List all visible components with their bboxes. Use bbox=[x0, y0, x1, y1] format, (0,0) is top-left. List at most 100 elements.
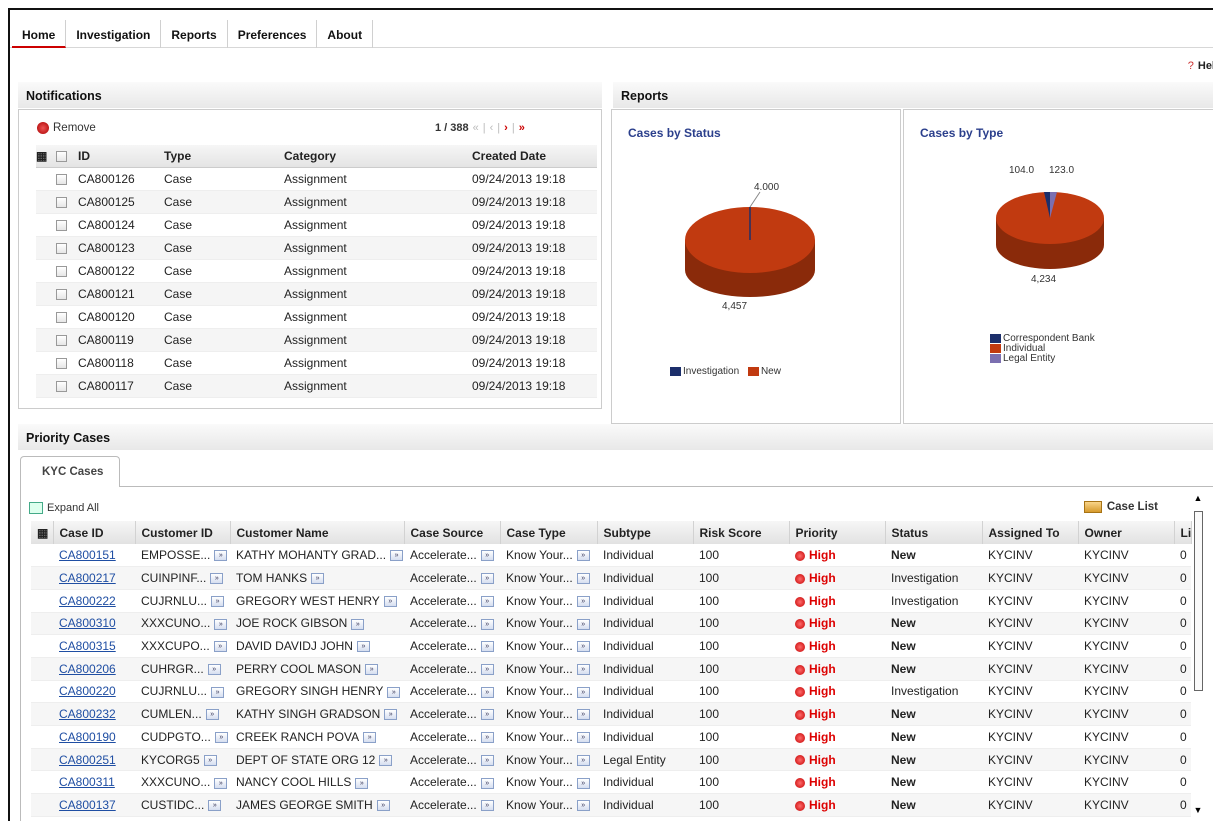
case-id-link[interactable]: CA800315 bbox=[59, 639, 116, 653]
col-case-source[interactable]: Case Source bbox=[404, 521, 501, 544]
table-row[interactable]: CA800251 KYCORG5» DEPT OF STATE ORG 12» Acc… bbox=[31, 748, 1191, 772]
case-id-link[interactable]: CA800222 bbox=[59, 594, 116, 608]
expand-cell-icon[interactable]: » bbox=[480, 641, 494, 653]
expand-cell-icon[interactable]: » bbox=[576, 686, 590, 698]
expand-cell-icon[interactable]: » bbox=[576, 596, 590, 608]
table-row[interactable]: CA800121 Case Assignment 09/24/2013 19:18 bbox=[36, 282, 597, 306]
case-list-button[interactable]: Case List bbox=[1083, 501, 1158, 513]
col-assigned-to[interactable]: Assigned To bbox=[982, 521, 1079, 544]
table-row[interactable]: CA800206 CUHRGR...» PERRY COOL MASON» Accel… bbox=[31, 657, 1191, 681]
table-row[interactable]: CA800124 Case Assignment 09/24/2013 19:18 bbox=[36, 213, 597, 237]
expand-cell-icon[interactable]: » bbox=[214, 618, 228, 630]
case-id-link[interactable]: CA800217 bbox=[59, 571, 116, 585]
expand-cell-icon[interactable]: » bbox=[356, 641, 370, 653]
expand-cell-icon[interactable]: » bbox=[480, 686, 494, 698]
row-checkbox[interactable] bbox=[56, 282, 78, 306]
table-row[interactable]: CA800315 XXXCUPO...» DAVID DAVIDJ JOHN» Acc… bbox=[31, 634, 1191, 658]
expand-cell-icon[interactable]: » bbox=[214, 550, 228, 562]
case-id-link[interactable]: CA800190 bbox=[59, 730, 116, 744]
expand-cell-icon[interactable]: » bbox=[365, 664, 379, 676]
tab-investigation[interactable]: Investigation bbox=[66, 20, 162, 48]
col-type[interactable]: Type bbox=[164, 145, 284, 168]
expand-cell-icon[interactable]: » bbox=[376, 800, 390, 812]
row-checkbox[interactable] bbox=[56, 328, 78, 352]
case-id-link[interactable]: CA800232 bbox=[59, 707, 116, 721]
table-row[interactable]: CA800311 XXXCUNO...» NANCY COOL HILLS» Acce… bbox=[31, 770, 1191, 795]
last-page-icon[interactable]: » bbox=[519, 122, 525, 134]
table-row[interactable]: CA800118 Case Assignment 09/24/2013 19:18 bbox=[36, 351, 597, 375]
case-id-link[interactable]: CA800311 bbox=[59, 775, 115, 789]
expand-cell-icon[interactable]: » bbox=[211, 686, 225, 698]
table-row[interactable]: CA800220 CUJRNLU...» GREGORY SINGH HENRY» A… bbox=[31, 680, 1191, 704]
expand-cell-icon[interactable]: » bbox=[576, 618, 590, 630]
expand-cell-icon[interactable]: » bbox=[355, 777, 369, 789]
expand-cell-icon[interactable]: » bbox=[214, 732, 228, 744]
table-row[interactable]: CA800151 EMPOSSE...» KATHY MOHANTY GRAD...… bbox=[31, 544, 1191, 568]
first-page-icon[interactable]: « bbox=[473, 122, 479, 134]
table-row[interactable]: CA800117 Case Assignment 09/24/2013 19:18 bbox=[36, 374, 597, 398]
expand-cell-icon[interactable]: » bbox=[211, 596, 225, 608]
col-created-date[interactable]: Created Date bbox=[472, 145, 597, 168]
expand-cell-icon[interactable]: » bbox=[210, 573, 224, 585]
vertical-scrollbar[interactable]: ▲ ▼ bbox=[1190, 493, 1206, 819]
prev-page-icon[interactable]: ‹ bbox=[490, 122, 494, 134]
col-customer-id[interactable]: Customer ID bbox=[135, 521, 231, 544]
expand-cell-icon[interactable]: » bbox=[576, 573, 590, 585]
expand-cell-icon[interactable]: » bbox=[480, 709, 494, 721]
scroll-down-icon[interactable]: ▼ bbox=[1190, 805, 1206, 819]
expand-cell-icon[interactable]: » bbox=[480, 754, 494, 766]
case-id-link[interactable]: CA800137 bbox=[59, 798, 116, 812]
expand-cell-icon[interactable]: » bbox=[576, 664, 590, 676]
table-row[interactable]: CA800122 Case Assignment 09/24/2013 19:18 bbox=[36, 259, 597, 283]
table-row[interactable]: CA800217 CUINPINF...» TOM HANKS» Accelerate… bbox=[31, 566, 1191, 590]
expand-cell-icon[interactable]: » bbox=[480, 596, 494, 608]
expand-cell-icon[interactable]: » bbox=[379, 754, 393, 766]
expand-cell-icon[interactable]: » bbox=[311, 573, 325, 585]
row-checkbox[interactable] bbox=[56, 374, 78, 398]
table-row[interactable]: CA800125 Case Assignment 09/24/2013 19:18 bbox=[36, 190, 597, 214]
expand-cell-icon[interactable]: » bbox=[213, 641, 227, 653]
tree-icon[interactable]: ▦ bbox=[31, 521, 54, 544]
expand-cell-icon[interactable]: » bbox=[383, 596, 397, 608]
expand-cell-icon[interactable]: » bbox=[207, 664, 221, 676]
expand-cell-icon[interactable]: » bbox=[203, 754, 217, 766]
expand-all-button[interactable]: Expand All bbox=[29, 502, 99, 514]
tab-kyc-cases[interactable]: KYC Cases bbox=[20, 456, 120, 487]
case-id-link[interactable]: CA800310 bbox=[59, 616, 116, 630]
expand-cell-icon[interactable]: » bbox=[576, 550, 590, 562]
expand-cell-icon[interactable]: » bbox=[576, 777, 590, 789]
table-row[interactable]: CA800232 CUMLEN...» KATHY SINGH GRADSON» Ac… bbox=[31, 702, 1191, 726]
col-subtype[interactable]: Subtype bbox=[597, 521, 694, 544]
scroll-thumb[interactable] bbox=[1194, 511, 1203, 691]
expand-cell-icon[interactable]: » bbox=[480, 550, 494, 562]
expand-cell-icon[interactable]: » bbox=[480, 777, 494, 789]
expand-cell-icon[interactable]: » bbox=[480, 573, 494, 585]
col-case-id[interactable]: Case ID bbox=[53, 521, 136, 544]
expand-cell-icon[interactable]: » bbox=[576, 800, 590, 812]
expand-cell-icon[interactable]: » bbox=[351, 618, 365, 630]
table-row[interactable]: CA800120 Case Assignment 09/24/2013 19:18 bbox=[36, 305, 597, 329]
col-category[interactable]: Category bbox=[284, 145, 472, 168]
row-checkbox[interactable] bbox=[56, 305, 78, 329]
table-row[interactable]: CA800119 Case Assignment 09/24/2013 19:18 bbox=[36, 328, 597, 352]
col-case-type[interactable]: Case Type bbox=[500, 521, 598, 544]
help-link[interactable]: ?Hel bbox=[1188, 60, 1213, 72]
expand-cell-icon[interactable]: » bbox=[214, 777, 228, 789]
expand-cell-icon[interactable]: » bbox=[387, 686, 401, 698]
table-row[interactable]: CA800222 CUJRNLU...» GREGORY WEST HENRY» Ac… bbox=[31, 589, 1191, 613]
table-row[interactable]: CA800137 CUSTIDC...» JAMES GEORGE SMITH» Ac… bbox=[31, 793, 1191, 817]
next-page-icon[interactable]: › bbox=[504, 122, 508, 134]
col-customer-name[interactable]: Customer Name bbox=[230, 521, 405, 544]
tab-home[interactable]: Home bbox=[12, 20, 67, 48]
expand-cell-icon[interactable]: » bbox=[390, 550, 404, 562]
row-checkbox[interactable] bbox=[56, 190, 78, 214]
expand-cell-icon[interactable]: » bbox=[480, 664, 494, 676]
row-checkbox[interactable] bbox=[56, 167, 78, 191]
tab-preferences[interactable]: Preferences bbox=[228, 20, 318, 48]
col-id[interactable]: ID bbox=[78, 145, 164, 168]
expand-cell-icon[interactable]: » bbox=[480, 732, 494, 744]
case-id-link[interactable]: CA800220 bbox=[59, 684, 116, 698]
table-row[interactable]: CA800310 XXXCUNO...» JOE ROCK GIBSON» Accel… bbox=[31, 612, 1191, 636]
select-all-checkbox[interactable] bbox=[56, 145, 78, 168]
case-id-link[interactable]: CA800151 bbox=[59, 548, 116, 562]
